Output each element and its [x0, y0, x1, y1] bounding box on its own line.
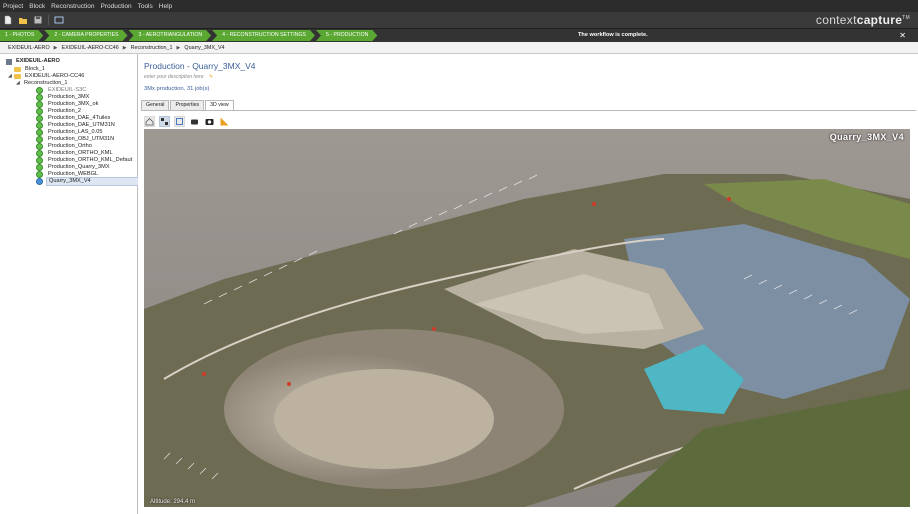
breadcrumb: EXIDEUIL-AERO ▶ EXIDEUIL-AERO-CC46 ▶ Rec…: [0, 42, 918, 54]
folder-icon: [14, 67, 21, 72]
chevron-right-icon: ▶: [176, 44, 181, 51]
tree-item-production[interactable]: Production_DAE_4Tuiles: [36, 115, 112, 122]
menu-help[interactable]: Help: [156, 3, 175, 10]
tab-divider: [141, 110, 916, 111]
project-icon: [6, 58, 12, 65]
tree-item-reconstruction[interactable]: ◢ Reconstruction_1: [16, 80, 70, 87]
measure-ruler-icon[interactable]: [219, 116, 230, 127]
tree-item-block[interactable]: ◢ EXIDEUIL-AERO-CC46: [8, 73, 86, 80]
breadcrumb-block[interactable]: EXIDEUIL-AERO-CC46: [62, 45, 119, 51]
production-status-icon: [36, 164, 43, 171]
description-field[interactable]: enter your description here ✎: [144, 74, 213, 80]
viewer-altitude-readout: Altitude: 294.4 m: [150, 499, 196, 505]
production-status-icon: [36, 178, 43, 185]
tree-item-production[interactable]: Production_ORTHO_KML: [36, 150, 115, 157]
workflow-status-message: The workflow is complete.: [578, 32, 648, 38]
workflow-step-camera-properties[interactable]: 2 - CAMERA PROPERTIES: [44, 30, 127, 41]
menu-tools[interactable]: Tools: [135, 3, 156, 10]
tab-bar: General Properties 3D view: [141, 100, 235, 110]
screenshot-camera-icon[interactable]: [204, 116, 215, 127]
tree-item-production[interactable]: Production_Ortho: [36, 143, 94, 150]
quarry-3d-model: [144, 129, 910, 507]
new-project-icon[interactable]: [3, 15, 13, 25]
camera-view-icon[interactable]: [189, 116, 200, 127]
menu-project[interactable]: Project: [0, 3, 26, 10]
toolbar: contextcaptureTM: [0, 12, 918, 29]
bounding-box-icon[interactable]: [174, 116, 185, 127]
production-status-icon: [36, 94, 43, 101]
chevron-right-icon: ▶: [122, 44, 127, 51]
production-status-icon: [36, 171, 43, 178]
viewer-toolbar: [144, 116, 230, 127]
workflow-step-aerotriangulation[interactable]: 3 - AEROTRIANGULATION: [129, 30, 212, 41]
tree-item-production[interactable]: EXIDEUIL-S3C: [36, 87, 88, 94]
tree-item-production[interactable]: Production_OBJ_UTM31N: [36, 136, 116, 143]
3d-viewer[interactable]: Quarry_3MX_V4 Altitude: 294.4 m: [144, 129, 910, 507]
tree-item-production[interactable]: Production_Quarry_3MX: [36, 164, 112, 171]
menu-reconstruction[interactable]: Reconstruction: [48, 3, 97, 10]
tree-item-project[interactable]: EXIDEUIL-AERO: [6, 58, 62, 65]
workflow-step-photos[interactable]: 1 - PHOTOS: [0, 30, 43, 41]
production-status-icon: [36, 115, 43, 122]
grid-view-icon[interactable]: [159, 116, 170, 127]
app-logo: contextcaptureTM: [815, 13, 910, 27]
screenshot-icon[interactable]: [54, 15, 64, 25]
edit-pencil-icon[interactable]: ✎: [209, 74, 213, 80]
tree-item-production[interactable]: Production_LAS_0.05: [36, 129, 104, 136]
production-status-icon: [36, 129, 43, 136]
production-status-icon: [36, 122, 43, 129]
production-status-icon: [36, 143, 43, 150]
viewer-scene-label: Quarry_3MX_V4: [829, 132, 904, 142]
tab-properties[interactable]: Properties: [170, 100, 205, 110]
tab-3d-view[interactable]: 3D view: [205, 100, 234, 110]
workflow-step-production[interactable]: 5 - PRODUCTION: [316, 30, 377, 41]
production-status-icon: [36, 101, 43, 108]
breadcrumb-project[interactable]: EXIDEUIL-AERO: [8, 45, 50, 51]
page-title: Production - Quarry_3MX_V4: [144, 61, 256, 71]
home-icon[interactable]: [144, 116, 155, 127]
tree-item-production[interactable]: Production_DAE_UTM31N: [36, 122, 117, 129]
tab-general[interactable]: General: [141, 100, 170, 110]
workflow-bar: 1 - PHOTOS 2 - CAMERA PROPERTIES 3 - AER…: [0, 29, 918, 42]
tree-item-production[interactable]: Production_3MX: [36, 94, 91, 101]
menu-bar: Project Block Reconstruction Production …: [0, 0, 918, 12]
close-icon[interactable]: ✕: [899, 29, 906, 42]
tree-item-production[interactable]: Production_ORTHO_KML_Defaut: [36, 157, 134, 164]
production-status-icon: [36, 150, 43, 157]
breadcrumb-production[interactable]: Quarry_3MX_V4: [184, 45, 224, 51]
production-summary: 3Mx production, 31 job(s): [144, 86, 210, 92]
tree-item-production[interactable]: Production_3MX_ok: [36, 101, 100, 108]
production-status-icon: [36, 108, 43, 115]
production-status-icon: [36, 87, 43, 94]
open-folder-icon[interactable]: [18, 15, 28, 25]
workflow-step-reconstruction-settings[interactable]: 4 - RECONSTRUCTION SETTINGS: [212, 30, 315, 41]
folder-icon: [14, 74, 21, 79]
chevron-right-icon: ▶: [53, 44, 58, 51]
breadcrumb-reconstruction[interactable]: Reconstruction_1: [131, 45, 173, 51]
production-status-icon: [36, 136, 43, 143]
project-tree: EXIDEUIL-AERO Block_1 ◢ EXIDEUIL-AERO-CC…: [0, 54, 142, 514]
save-icon[interactable]: [33, 15, 43, 25]
tree-item-production-selected[interactable]: Quarry_3MX_V4: [36, 177, 142, 186]
menu-production[interactable]: Production: [98, 3, 135, 10]
tree-item-production[interactable]: Production_2: [36, 108, 83, 115]
production-status-icon: [36, 157, 43, 164]
menu-block[interactable]: Block: [26, 3, 48, 10]
production-panel: Production - Quarry_3MX_V4 enter your de…: [138, 54, 918, 514]
tree-item-block[interactable]: Block_1: [14, 66, 47, 73]
